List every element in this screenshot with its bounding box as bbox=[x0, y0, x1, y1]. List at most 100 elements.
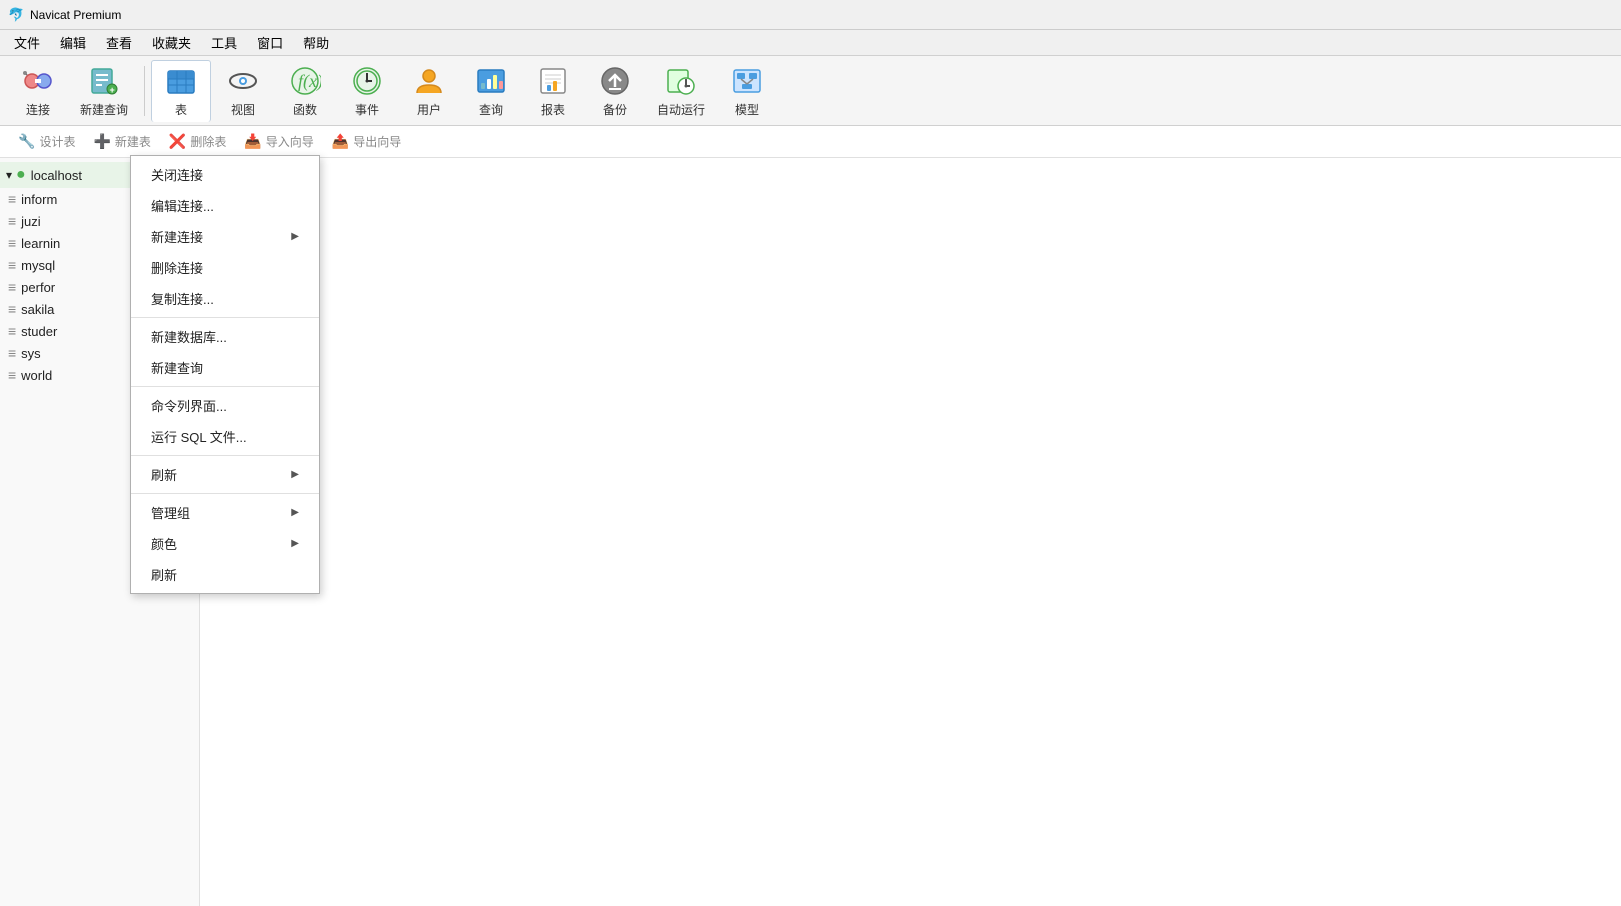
svg-text:f(x): f(x) bbox=[298, 71, 321, 92]
new-query-icon: + bbox=[86, 64, 122, 99]
toolbar-btn-view[interactable]: 视图 bbox=[213, 60, 273, 122]
sub-btn-import-wizard[interactable]: 📥导入向导 bbox=[236, 130, 321, 153]
toolbar-btn-label-query: 查询 bbox=[479, 101, 503, 118]
ctx-item-copy-conn[interactable]: 复制连接... bbox=[131, 283, 319, 314]
ctx-item-new-query2[interactable]: 新建查询 bbox=[131, 352, 319, 383]
toolbar-btn-user[interactable]: 用户 bbox=[399, 60, 459, 122]
connect-icon bbox=[20, 64, 56, 99]
ctx-item-new-conn[interactable]: 新建连接 ▶ bbox=[131, 221, 319, 252]
menu-item-工具[interactable]: 工具 bbox=[201, 30, 247, 55]
view-icon bbox=[225, 64, 261, 99]
new-table-icon: ➕ bbox=[93, 133, 110, 150]
toolbar-btn-report[interactable]: 报表 bbox=[523, 60, 583, 122]
ctx-arrow-new-conn: ▶ bbox=[291, 231, 299, 242]
toolbar-btn-label-table: 表 bbox=[175, 101, 187, 118]
ctx-label-copy-conn: 复制连接... bbox=[151, 289, 214, 308]
db-icon: ≡ bbox=[8, 301, 16, 317]
sub-btn-delete-table[interactable]: ❌删除表 bbox=[161, 130, 234, 153]
toolbar-btn-label-backup: 备份 bbox=[603, 101, 627, 118]
sub-btn-label-new-table: 新建表 bbox=[115, 133, 151, 150]
chevron-icon: ▾ bbox=[6, 168, 12, 182]
import-wizard-icon: 📥 bbox=[244, 133, 261, 150]
ctx-item-edit-conn[interactable]: 编辑连接... bbox=[131, 190, 319, 221]
ctx-item-manage-group[interactable]: 管理组 ▶ bbox=[131, 497, 319, 528]
ctx-label-close-conn: 关闭连接 bbox=[151, 165, 203, 184]
toolbar-btn-label-new-query: 新建查询 bbox=[80, 101, 128, 118]
title-bar: 🐬 Navicat Premium bbox=[0, 0, 1621, 30]
report-icon bbox=[535, 64, 571, 99]
db-icon: ≡ bbox=[8, 257, 16, 273]
model-icon bbox=[729, 64, 765, 99]
svg-text:+: + bbox=[110, 85, 115, 95]
ctx-arrow-manage-group: ▶ bbox=[291, 507, 299, 518]
sub-btn-label-export-wizard: 导出向导 bbox=[353, 133, 401, 150]
toolbar-btn-label-model: 模型 bbox=[735, 101, 759, 118]
menu-item-查看[interactable]: 查看 bbox=[96, 30, 142, 55]
ctx-item-cmd-line[interactable]: 命令列界面... bbox=[131, 390, 319, 421]
menu-item-编辑[interactable]: 编辑 bbox=[50, 30, 96, 55]
ctx-label-manage-group: 管理组 bbox=[151, 503, 190, 522]
db-icon: ≡ bbox=[8, 213, 16, 229]
toolbar-btn-label-event: 事件 bbox=[355, 101, 379, 118]
ctx-label-new-db: 新建数据库... bbox=[151, 327, 227, 346]
ctx-label-new-conn: 新建连接 bbox=[151, 227, 203, 246]
toolbar-btn-label-user: 用户 bbox=[417, 101, 441, 118]
title-text: Navicat Premium bbox=[30, 8, 121, 22]
toolbar-btn-connect[interactable]: 连接 bbox=[8, 60, 68, 122]
connection-label: localhost bbox=[31, 168, 82, 183]
toolbar-btn-table[interactable]: 表 bbox=[151, 60, 211, 122]
connection-icon: ● bbox=[16, 166, 26, 184]
ctx-item-refresh2[interactable]: 刷新 bbox=[131, 559, 319, 590]
ctx-separator bbox=[131, 386, 319, 387]
menu-bar: 文件编辑查看收藏夹工具窗口帮助 bbox=[0, 30, 1621, 56]
toolbar-btn-backup[interactable]: 备份 bbox=[585, 60, 645, 122]
ctx-separator bbox=[131, 493, 319, 494]
menu-item-文件[interactable]: 文件 bbox=[4, 30, 50, 55]
ctx-item-refresh[interactable]: 刷新 ▶ bbox=[131, 459, 319, 490]
db-icon: ≡ bbox=[8, 279, 16, 295]
ctx-label-refresh2: 刷新 bbox=[151, 565, 177, 584]
menu-item-帮助[interactable]: 帮助 bbox=[293, 30, 339, 55]
toolbar-btn-autorun[interactable]: 自动运行 bbox=[647, 60, 715, 122]
toolbar-btn-query[interactable]: 查询 bbox=[461, 60, 521, 122]
table-icon bbox=[163, 65, 199, 99]
toolbar-btn-model[interactable]: 模型 bbox=[717, 60, 777, 122]
ctx-label-cmd-line: 命令列界面... bbox=[151, 396, 227, 415]
db-icon: ≡ bbox=[8, 345, 16, 361]
ctx-label-delete-conn: 删除连接 bbox=[151, 258, 203, 277]
query-icon bbox=[473, 64, 509, 99]
menu-item-收藏夹[interactable]: 收藏夹 bbox=[142, 30, 201, 55]
toolbar-btn-label-view: 视图 bbox=[231, 101, 255, 118]
toolbar-btn-label-function: 函数 bbox=[293, 101, 317, 118]
menu-item-窗口[interactable]: 窗口 bbox=[247, 30, 293, 55]
sub-btn-new-table[interactable]: ➕ 新建表 bbox=[85, 130, 158, 153]
ctx-separator bbox=[131, 317, 319, 318]
ctx-label-run-sql: 运行 SQL 文件... bbox=[151, 427, 247, 446]
ctx-item-close-conn[interactable]: 关闭连接 bbox=[131, 159, 319, 190]
ctx-arrow-color: ▶ bbox=[291, 538, 299, 549]
ctx-arrow-refresh: ▶ bbox=[291, 469, 299, 480]
db-icon: ≡ bbox=[8, 323, 16, 339]
ctx-item-run-sql[interactable]: 运行 SQL 文件... bbox=[131, 421, 319, 452]
toolbar-btn-label-connect: 连接 bbox=[26, 101, 50, 118]
export-wizard-icon: 📤 bbox=[332, 133, 349, 150]
ctx-label-refresh: 刷新 bbox=[151, 465, 177, 484]
toolbar-btn-event[interactable]: 事件 bbox=[337, 60, 397, 122]
ctx-item-new-db[interactable]: 新建数据库... bbox=[131, 321, 319, 352]
toolbar: 连接 + 新建查询 表 视图 f(x) 函数 事件 用户 查询 报表备份 自动运行模型 bbox=[0, 56, 1621, 126]
sub-btn-design-table[interactable]: 🔧设计表 bbox=[10, 130, 83, 153]
toolbar-btn-new-query[interactable]: + 新建查询 bbox=[70, 60, 138, 122]
ctx-item-color[interactable]: 颜色 ▶ bbox=[131, 528, 319, 559]
ctx-item-delete-conn[interactable]: 删除连接 bbox=[131, 252, 319, 283]
context-menu: 关闭连接编辑连接... 新建连接 ▶ 删除连接复制连接... 新建数据库... 新建查询命… bbox=[130, 155, 320, 594]
toolbar-separator bbox=[144, 66, 145, 116]
sub-btn-export-wizard[interactable]: 📤导出向导 bbox=[324, 130, 409, 153]
user-icon bbox=[411, 64, 447, 99]
ctx-label-color: 颜色 bbox=[151, 534, 177, 553]
sub-btn-label-design-table: 设计表 bbox=[39, 133, 75, 150]
toolbar-btn-function[interactable]: f(x) 函数 bbox=[275, 60, 335, 122]
sub-btn-label-delete-table: 删除表 bbox=[190, 133, 226, 150]
db-icon: ≡ bbox=[8, 191, 16, 207]
app-icon: 🐬 bbox=[8, 7, 24, 23]
ctx-label-new-query2: 新建查询 bbox=[151, 358, 203, 377]
